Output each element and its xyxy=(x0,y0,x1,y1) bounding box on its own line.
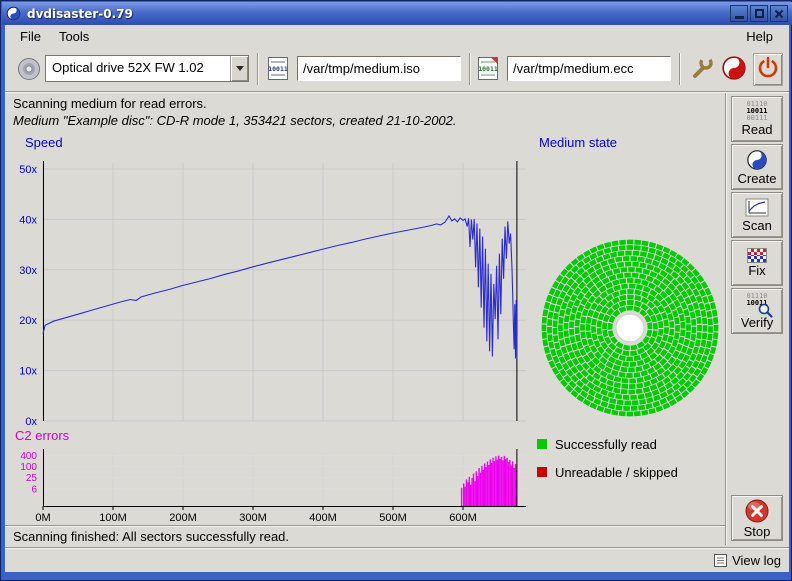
legend-unreadable: Unreadable / skipped xyxy=(537,466,678,478)
legend-label: Unreadable / skipped xyxy=(555,465,678,480)
svg-text:300M: 300M xyxy=(239,512,267,524)
maximize-button[interactable] xyxy=(750,5,768,22)
svg-text:40x: 40x xyxy=(19,214,37,226)
footer-bar: View log xyxy=(5,549,789,572)
stop-button[interactable]: Stop xyxy=(731,495,783,541)
scan-graph-icon xyxy=(745,198,769,218)
window-title: dvdisaster-0.79 xyxy=(27,7,728,21)
drive-select-value: Optical drive 52X FW 1.02 xyxy=(46,56,230,81)
drive-select-arrow[interactable] xyxy=(230,56,248,81)
titlebar[interactable]: dvdisaster-0.79 xyxy=(2,2,792,25)
drive-icon[interactable] xyxy=(17,57,41,81)
speed-chart: 0x 10x 20x 30x 40x 50x xyxy=(7,147,529,427)
iso-file-input[interactable]: /var/tmp/medium.iso xyxy=(297,56,461,81)
scan-result-message: Scanning finished: All sectors successfu… xyxy=(13,529,289,544)
svg-text:0x: 0x xyxy=(25,416,37,427)
separator xyxy=(725,93,727,545)
c2-errors-chart-title: C2 errors xyxy=(15,428,69,443)
view-log-icon[interactable] xyxy=(714,554,727,567)
svg-text:10x: 10x xyxy=(19,366,37,378)
menu-help[interactable]: Help xyxy=(736,27,783,46)
svg-text:6: 6 xyxy=(31,485,37,496)
svg-text:200M: 200M xyxy=(169,512,197,524)
separator xyxy=(5,525,725,527)
iso-file-icon: 10011 xyxy=(267,56,289,81)
create-button[interactable]: Create xyxy=(731,144,783,190)
close-button[interactable] xyxy=(770,5,788,22)
scan-button-label: Scan xyxy=(742,219,772,233)
close-icon xyxy=(774,9,784,19)
read-button[interactable]: 01110 10011 00111 Read xyxy=(731,96,783,142)
drive-select[interactable]: Optical drive 52X FW 1.02 xyxy=(45,55,249,82)
fix-checker-icon xyxy=(747,248,767,263)
scan-button[interactable]: Scan xyxy=(731,192,783,238)
svg-text:400M: 400M xyxy=(309,512,337,524)
app-icon xyxy=(6,6,21,21)
svg-text:400: 400 xyxy=(20,451,37,462)
minimize-icon xyxy=(735,16,744,19)
legend-label: Successfully read xyxy=(555,437,657,452)
preferences-wrench-icon[interactable] xyxy=(689,55,715,81)
medium-state-disc xyxy=(535,233,725,423)
legend-red-swatch xyxy=(537,467,547,477)
power-icon xyxy=(755,55,781,81)
legend-green-swatch xyxy=(537,439,547,449)
verify-button[interactable]: 01110 10011 Verify xyxy=(731,288,783,334)
fix-button-label: Fix xyxy=(748,264,765,278)
toolbar-separator xyxy=(469,53,471,85)
separator xyxy=(5,91,789,93)
magnifier-icon xyxy=(757,302,773,318)
svg-text:10011: 10011 xyxy=(268,65,288,73)
svg-text:50x: 50x xyxy=(19,164,37,176)
svg-text:20x: 20x xyxy=(19,315,37,327)
read-icon: 01110 10011 00111 xyxy=(746,101,767,122)
create-yinyang-icon xyxy=(746,149,768,171)
stop-icon xyxy=(744,498,770,524)
svg-text:10011: 10011 xyxy=(478,65,498,73)
dvdisaster-logo-icon[interactable] xyxy=(721,55,747,81)
create-button-label: Create xyxy=(737,172,776,186)
svg-text:600M: 600M xyxy=(449,512,477,524)
toolbar-separator xyxy=(257,53,259,85)
legend-successfully-read: Successfully read xyxy=(537,438,657,450)
verify-button-label: Verify xyxy=(741,316,774,330)
view-log-button[interactable]: View log xyxy=(732,553,781,568)
svg-text:25: 25 xyxy=(26,473,38,484)
svg-text:500M: 500M xyxy=(379,512,407,524)
toolbar-separator xyxy=(679,53,681,85)
maximize-icon xyxy=(755,9,764,18)
medium-state-title: Medium state xyxy=(539,135,617,150)
status-message: Scanning medium for read errors. xyxy=(13,96,207,111)
window-frame: dvdisaster-0.79 File Tools Help Optical … xyxy=(0,0,792,581)
medium-info: Medium "Example disc": CD-R mode 1, 3534… xyxy=(13,113,457,128)
toolbar: Optical drive 52X FW 1.02 10011 /var/tmp… xyxy=(5,47,789,91)
chevron-down-icon xyxy=(236,66,244,71)
fix-button[interactable]: Fix xyxy=(731,240,783,286)
svg-text:0M: 0M xyxy=(35,512,50,524)
c2-errors-chart: 0M 100M 200M 300M 400M 500M 600M 625100400 xyxy=(7,445,529,525)
ecc-file-icon: 10011 xyxy=(477,56,499,81)
menubar: File Tools Help xyxy=(5,25,789,47)
app-body: File Tools Help Optical drive 52X FW 1.0… xyxy=(5,25,789,572)
read-button-label: Read xyxy=(741,123,772,137)
svg-text:100M: 100M xyxy=(99,512,127,524)
svg-text:30x: 30x xyxy=(19,265,37,277)
menu-tools[interactable]: Tools xyxy=(50,27,98,46)
svg-text:100: 100 xyxy=(20,462,37,473)
menu-file[interactable]: File xyxy=(11,27,50,46)
minimize-button[interactable] xyxy=(730,5,748,22)
verify-icon: 01110 10011 xyxy=(742,293,772,315)
stop-button-label: Stop xyxy=(744,525,771,539)
ecc-file-input[interactable]: /var/tmp/medium.ecc xyxy=(507,56,671,81)
quit-button[interactable] xyxy=(753,53,783,86)
